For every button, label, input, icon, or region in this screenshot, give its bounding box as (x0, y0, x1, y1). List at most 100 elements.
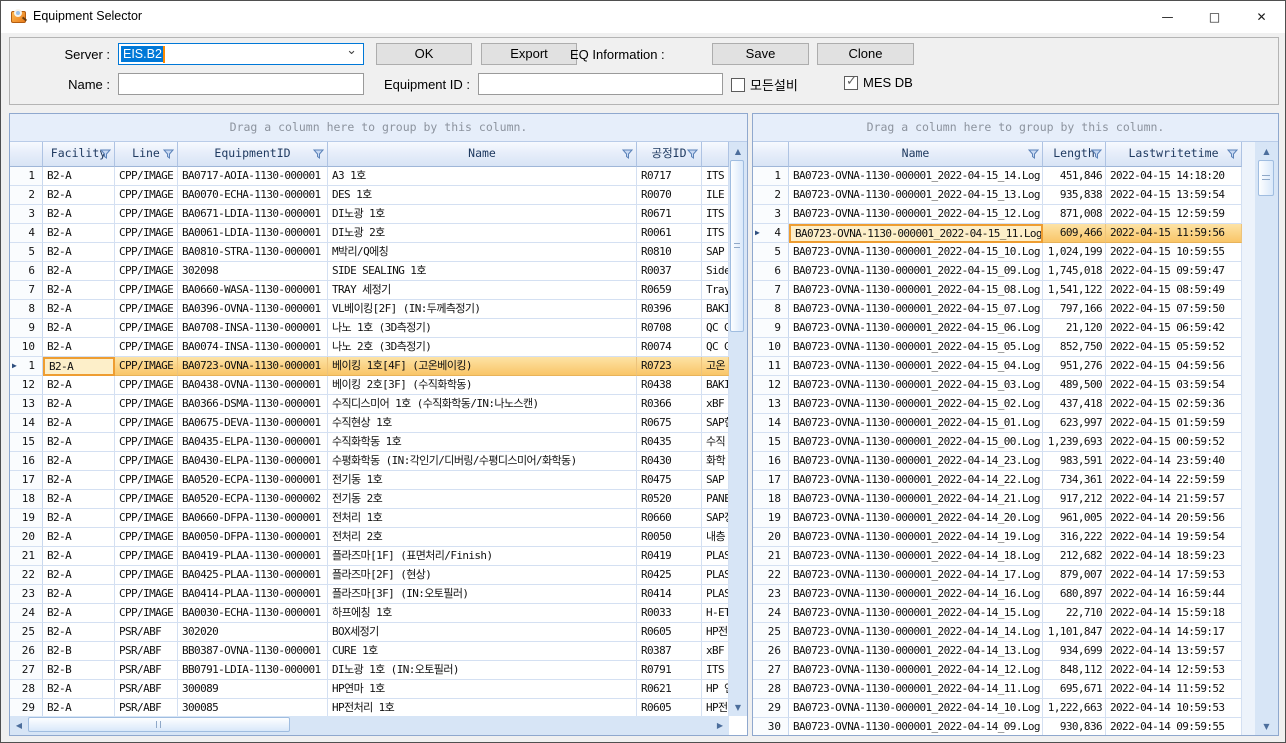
cell[interactable]: BA0723-OVNA-1130-000001_2022-04-15_14.Lo… (789, 167, 1043, 186)
cell[interactable]: 2022-04-15 07:59:50 (1106, 300, 1242, 319)
table-row[interactable]: 12B2-ACPP/IMAGEBA0438-OVNA-1130-000001베이… (10, 376, 729, 395)
row-indicator[interactable]: 24 (753, 604, 789, 623)
row-indicator[interactable]: 28 (10, 680, 43, 699)
cell[interactable]: BA0520-ECPA-1130-000002 (178, 490, 328, 509)
cell[interactable]: BA0723-OVNA-1130-000001_2022-04-14_10.Lo… (789, 699, 1043, 718)
server-select[interactable]: EIS.B2 ⌄ (118, 43, 364, 65)
row-indicator[interactable]: 15 (10, 433, 43, 452)
scroll-up-button[interactable]: ▲ (1255, 144, 1278, 158)
cell[interactable]: R0050 (637, 528, 702, 547)
table-row[interactable]: 24BA0723-OVNA-1130-000001_2022-04-14_15.… (753, 604, 1242, 623)
cell[interactable]: PLAS (702, 547, 729, 566)
cell[interactable]: 734,361 (1043, 471, 1106, 490)
cell[interactable]: 489,500 (1043, 376, 1106, 395)
scroll-up-button[interactable]: ▲ (729, 144, 747, 158)
scrollbar-thumb[interactable] (730, 160, 744, 332)
cell[interactable]: 수직현상 1호 (328, 414, 637, 433)
row-indicator[interactable]: 3 (10, 205, 43, 224)
cell[interactable]: BA0723-OVNA-1130-000001_2022-04-14_18.Lo… (789, 547, 1043, 566)
cell[interactable]: 300085 (178, 699, 328, 716)
cell[interactable]: 300089 (178, 680, 328, 699)
cell[interactable]: CPP/IMAGE (115, 604, 178, 623)
table-row[interactable]: 2B2-ACPP/IMAGEBA0070-ECHA-1130-000001DES… (10, 186, 729, 205)
cell[interactable]: ITS (702, 661, 729, 680)
cell[interactable]: B2-A (43, 376, 115, 395)
table-row[interactable]: 27B2-BPSR/ABFBB0791-LDIA-1130-000001DI노광… (10, 661, 729, 680)
cell[interactable]: 2022-04-15 13:59:54 (1106, 186, 1242, 205)
cell[interactable]: 879,007 (1043, 566, 1106, 585)
cell[interactable]: B2-A (43, 623, 115, 642)
row-indicator[interactable]: 17 (753, 471, 789, 490)
save-button[interactable]: Save (712, 43, 809, 65)
row-indicator[interactable]: 14 (10, 414, 43, 433)
cell[interactable]: Side (702, 262, 729, 281)
cell[interactable]: R0723 (637, 357, 702, 376)
cell[interactable]: BA0414-PLAA-1130-000001 (178, 585, 328, 604)
row-indicator[interactable]: 18 (10, 490, 43, 509)
cell[interactable]: PSR/ABF (115, 623, 178, 642)
cell[interactable]: ITS (702, 167, 729, 186)
table-row[interactable]: 10B2-ACPP/IMAGEBA0074-INSA-1130-000001나노… (10, 338, 729, 357)
cell[interactable]: B2-A (43, 186, 115, 205)
cell[interactable]: 2022-04-14 13:59:57 (1106, 642, 1242, 661)
cell[interactable]: BA0717-AOIA-1130-000001 (178, 167, 328, 186)
cell[interactable]: BA0366-DSMA-1130-000001 (178, 395, 328, 414)
cell[interactable]: B2-A (43, 547, 115, 566)
cell[interactable]: BA0723-OVNA-1130-000001_2022-04-14_09.Lo… (789, 718, 1043, 735)
cell[interactable]: 2022-04-14 09:59:55 (1106, 718, 1242, 735)
table-row[interactable]: 1BA0723-OVNA-1130-000001_2022-04-15_14.L… (753, 167, 1242, 186)
cell[interactable]: BA0050-DFPA-1130-000001 (178, 528, 328, 547)
filter-icon[interactable] (1091, 149, 1102, 159)
cell[interactable]: xBF (702, 642, 729, 661)
cell[interactable]: CPP/IMAGE (115, 262, 178, 281)
cell[interactable]: R0671 (637, 205, 702, 224)
cell[interactable]: R0791 (637, 661, 702, 680)
cell[interactable]: R0425 (637, 566, 702, 585)
cell[interactable]: 2022-04-15 14:18:20 (1106, 167, 1242, 186)
cell[interactable]: BA0723-OVNA-1130-000001_2022-04-14_16.Lo… (789, 585, 1043, 604)
table-row[interactable]: 28B2-APSR/ABF300089HP연마 1호R0621HP 연 (10, 680, 729, 699)
cell[interactable]: SAP (702, 471, 729, 490)
column-header-공정ID[interactable]: 공정ID (637, 142, 702, 167)
cell[interactable]: DES 1호 (328, 186, 637, 205)
table-row[interactable]: 18B2-ACPP/IMAGEBA0520-ECPA-1130-000002전기… (10, 490, 729, 509)
row-indicator[interactable]: 4 (10, 224, 43, 243)
cell[interactable]: 수직디스미어 1호 (수직화학동/IN:나노스캔) (328, 395, 637, 414)
cell[interactable]: 437,418 (1043, 395, 1106, 414)
cell[interactable]: 212,682 (1043, 547, 1106, 566)
cell[interactable]: R0810 (637, 243, 702, 262)
table-row[interactable]: 21BA0723-OVNA-1130-000001_2022-04-14_18.… (753, 547, 1242, 566)
cell[interactable]: QC G (702, 319, 729, 338)
row-indicator[interactable]: 5 (10, 243, 43, 262)
cell[interactable]: R0605 (637, 699, 702, 716)
cell[interactable]: M박리/Q에칭 (328, 243, 637, 262)
cell[interactable]: CPP/IMAGE (115, 300, 178, 319)
cell[interactable]: 2022-04-15 05:59:52 (1106, 338, 1242, 357)
cell[interactable]: 2022-04-14 11:59:52 (1106, 680, 1242, 699)
vertical-scrollbar[interactable]: ▲ ▼ (729, 142, 747, 716)
cell[interactable]: B2-A (43, 604, 115, 623)
row-indicator[interactable]: 19 (753, 509, 789, 528)
cell[interactable]: R0659 (637, 281, 702, 300)
cell[interactable]: H-ET (702, 604, 729, 623)
cell[interactable]: 2022-04-15 04:59:56 (1106, 357, 1242, 376)
row-indicator[interactable]: 20 (753, 528, 789, 547)
row-indicator[interactable]: 13 (10, 395, 43, 414)
cell[interactable]: BA0723-OVNA-1130-000001_2022-04-14_20.Lo… (789, 509, 1043, 528)
row-indicator[interactable]: 24 (10, 604, 43, 623)
row-indicator[interactable]: 5 (753, 243, 789, 262)
row-indicator[interactable]: 23 (753, 585, 789, 604)
row-indicator[interactable]: 20 (10, 528, 43, 547)
cell[interactable]: ILE (702, 186, 729, 205)
table-row[interactable]: 18BA0723-OVNA-1130-000001_2022-04-14_21.… (753, 490, 1242, 509)
cell[interactable]: HP전 (702, 623, 729, 642)
cell[interactable]: BA0723-OVNA-1130-000001_2022-04-15_02.Lo… (789, 395, 1043, 414)
cell[interactable]: BA0723-OVNA-1130-000001_2022-04-14_17.Lo… (789, 566, 1043, 585)
cell[interactable]: CPP/IMAGE (115, 566, 178, 585)
cell[interactable]: ITS (702, 205, 729, 224)
cell[interactable]: BA0723-OVNA-1130-000001_2022-04-14_14.Lo… (789, 623, 1043, 642)
cell[interactable]: VL베이킹[2F] (IN:두께측정기) (328, 300, 637, 319)
cell[interactable]: CPP/IMAGE (115, 376, 178, 395)
column-header-blank[interactable] (702, 142, 729, 167)
cell[interactable]: 수직 (702, 433, 729, 452)
